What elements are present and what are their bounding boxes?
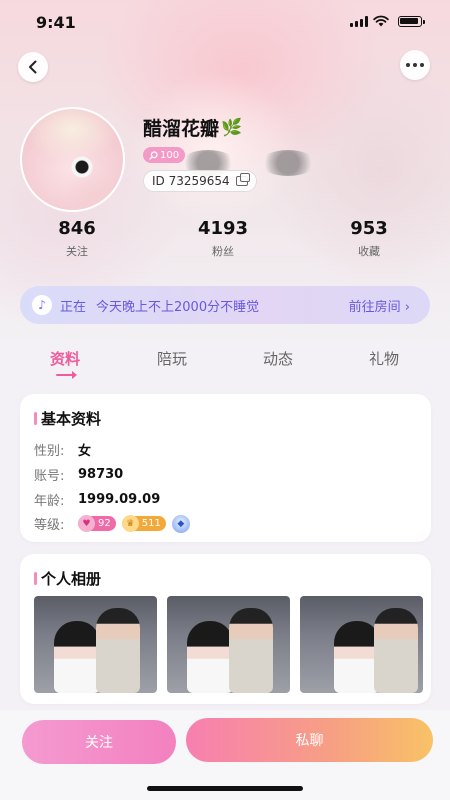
music-note-icon: ♪ xyxy=(32,295,52,315)
battery-icon xyxy=(398,16,425,27)
wealth-level-badge: ♛ 511 xyxy=(121,515,166,532)
tab-moments[interactable]: 动态 xyxy=(248,348,308,369)
stats-row: 846 关注 4193 粉丝 953 收藏 xyxy=(0,218,450,262)
info-row-age: 年龄: 1999.09.09 xyxy=(34,490,160,509)
album-title: 个人相册 xyxy=(34,568,101,589)
more-options-button[interactable] xyxy=(400,50,430,80)
info-key: 账号: xyxy=(34,469,65,484)
private-chat-button[interactable]: 私聊 xyxy=(186,718,433,762)
info-key: 年龄: xyxy=(34,494,65,509)
status-bar: 9:41 xyxy=(0,10,450,34)
stat-label: 粉丝 xyxy=(212,245,234,258)
album-photos xyxy=(34,596,423,693)
room-status: 正在 xyxy=(60,299,87,315)
album-photo[interactable] xyxy=(34,596,157,693)
basic-info-card: 基本资料 性别: 女 账号: 98730 年龄: 1999.09.09 等级: … xyxy=(20,394,431,542)
wifi-icon xyxy=(373,15,389,27)
vip-medal-icon: ◆ xyxy=(171,514,190,533)
info-row-gender: 性别: 女 xyxy=(34,440,91,459)
profile-tabs: 资料 陪玩 动态 礼物 xyxy=(0,348,450,382)
search-icon xyxy=(149,150,158,160)
info-row-account: 账号: 98730 xyxy=(34,465,123,484)
basic-info-title: 基本资料 xyxy=(34,408,101,429)
nickname-row: 醋溜花瓣 🌿 xyxy=(143,114,242,141)
room-title: 今天晚上不上2000分不睡觉 xyxy=(96,299,260,315)
back-button[interactable] xyxy=(18,52,48,82)
info-key: 等级: xyxy=(34,518,65,533)
info-key: 性别: xyxy=(34,444,65,459)
charm-icon: ♥ xyxy=(78,515,95,532)
tab-companion[interactable]: 陪玩 xyxy=(142,348,202,369)
stat-value: 846 xyxy=(58,218,96,239)
user-id: ID 73259654 xyxy=(152,174,230,188)
status-time: 9:41 xyxy=(36,13,76,32)
info-value: 98730 xyxy=(78,467,124,482)
more-dots-icon xyxy=(406,63,424,67)
home-indicator xyxy=(147,786,303,791)
live-room-banner[interactable]: ♪ 正在 今天晚上不上2000分不睡觉 前往房间 › xyxy=(20,286,430,324)
level-badge-value: 100 xyxy=(160,149,180,161)
level-badge: 100 xyxy=(143,147,186,163)
stat-following[interactable]: 846 关注 xyxy=(32,218,122,259)
info-value: 1999.09.09 xyxy=(78,492,161,507)
tab-gifts[interactable]: 礼物 xyxy=(354,348,414,369)
stat-value: 4193 xyxy=(197,218,249,239)
copy-icon[interactable] xyxy=(235,173,250,186)
stat-followers[interactable]: 4193 粉丝 xyxy=(178,218,268,259)
leaf-icon: 🌿 xyxy=(221,117,243,138)
stat-favorites[interactable]: 953 收藏 xyxy=(324,218,414,259)
stat-label: 关注 xyxy=(66,245,88,258)
go-to-room-link[interactable]: 前往房间 › xyxy=(349,296,410,315)
stat-label: 收藏 xyxy=(358,245,380,258)
background-illustration xyxy=(260,150,316,176)
user-id-pill[interactable]: ID 73259654 xyxy=(143,170,257,192)
active-tab-indicator xyxy=(56,371,77,379)
album-photo[interactable] xyxy=(167,596,290,693)
stat-value: 953 xyxy=(350,218,388,239)
avatar[interactable] xyxy=(20,107,125,212)
crown-icon: ♛ xyxy=(121,515,139,532)
album-photo[interactable] xyxy=(300,596,423,693)
charm-level-value: 92 xyxy=(98,518,111,529)
follow-button[interactable]: 关注 xyxy=(22,720,176,764)
photo-album-card: 个人相册 xyxy=(20,554,431,704)
signal-icon xyxy=(350,16,368,27)
info-row-level: 等级: ♥ 92 ♛ 511 ◆ xyxy=(34,514,190,533)
charm-level-badge: ♥ 92 xyxy=(78,515,116,532)
wealth-level-value: 511 xyxy=(141,518,161,529)
tab-profile[interactable]: 资料 xyxy=(35,348,95,369)
info-value: 女 xyxy=(78,444,92,459)
chevron-left-icon xyxy=(29,60,37,74)
nickname: 醋溜花瓣 xyxy=(143,118,220,140)
